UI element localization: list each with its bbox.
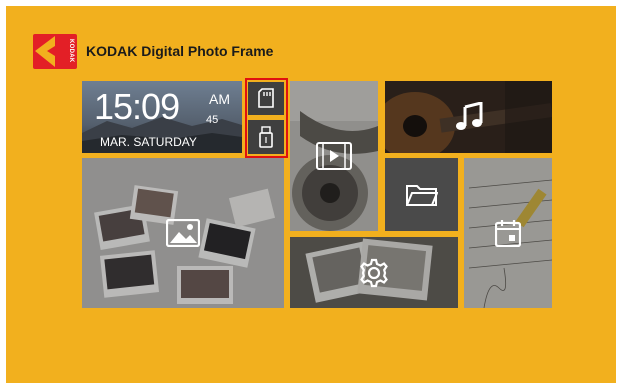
video-icon xyxy=(316,142,352,170)
image-icon xyxy=(166,219,200,247)
clock-seconds: 45 xyxy=(206,114,219,126)
calendar-icon xyxy=(495,220,521,247)
photo-tile[interactable] xyxy=(82,158,284,308)
calendar-tile[interactable] xyxy=(464,158,552,308)
logo-text: KODAK xyxy=(68,39,74,63)
gear-icon xyxy=(360,258,388,287)
settings-tile[interactable] xyxy=(290,237,458,308)
clock-date: MAR. SATURDAY xyxy=(100,135,197,149)
screen: KODAK KODAK Digital Photo Frame 15:09 AM… xyxy=(6,6,616,383)
music-tile[interactable] xyxy=(385,81,552,153)
video-tile[interactable] xyxy=(290,81,378,231)
file-tile[interactable] xyxy=(385,158,458,231)
app-title: KODAK Digital Photo Frame xyxy=(86,43,274,59)
folder-icon xyxy=(405,184,438,206)
clock-widget: 15:09 AM 45 MAR. SATURDAY xyxy=(82,81,242,153)
storage-highlight xyxy=(245,78,288,158)
clock-ampm: AM xyxy=(209,91,230,107)
clock-time: 15:09 xyxy=(94,86,180,127)
music-note-icon xyxy=(455,102,482,130)
